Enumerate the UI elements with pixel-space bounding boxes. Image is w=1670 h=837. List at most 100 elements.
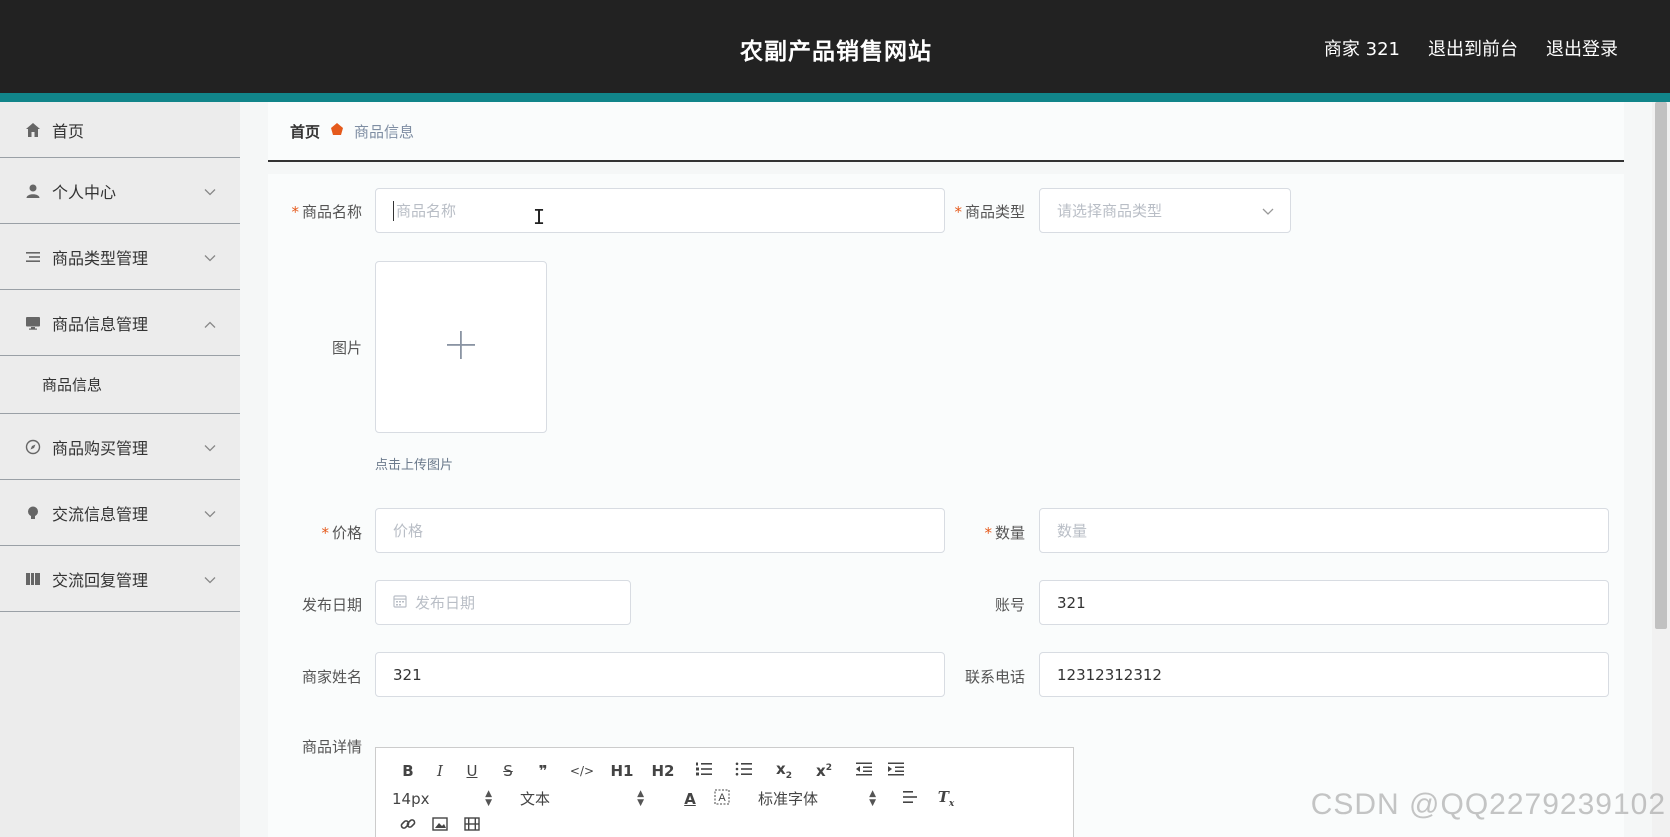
ordered-list-icon[interactable] <box>688 762 720 780</box>
price-label: * 价格 <box>321 524 362 542</box>
sidebar-subitem-product-info[interactable]: 商品信息 <box>0 356 240 414</box>
h1-button[interactable]: H1 <box>606 762 638 780</box>
account-label: 账号 <box>994 596 1025 614</box>
sidebar-item-label: 商品信息管理 <box>52 314 149 334</box>
breadcrumb-separator-icon <box>330 122 344 140</box>
bold-button[interactable]: B <box>392 762 424 780</box>
outdent-icon[interactable] <box>848 762 880 780</box>
font-color-icon[interactable]: A <box>674 790 706 808</box>
top-header: 农副产品销售网站 商家 321 退出到前台 退出登录 <box>0 0 1670 93</box>
chevron-down-icon <box>204 181 216 200</box>
phone-input[interactable]: 12312312312 <box>1039 652 1609 697</box>
details-label: 商品详情 <box>301 738 362 756</box>
underline-button[interactable]: U <box>456 762 488 780</box>
h2-button[interactable]: H2 <box>638 762 688 780</box>
sidebar-item-personal-center[interactable]: 个人中心 <box>0 158 240 224</box>
quantity-placeholder: 数量 <box>1057 522 1088 540</box>
product-name-placeholder: 商品名称 <box>396 202 457 220</box>
logout-link[interactable]: 退出登录 <box>1546 35 1618 61</box>
sidebar-item-purchase-mgmt[interactable]: 商品购买管理 <box>0 414 240 480</box>
list-icon <box>24 248 42 266</box>
quantity-input[interactable]: 数量 <box>1039 508 1609 553</box>
align-icon[interactable] <box>894 790 926 808</box>
subscript-button[interactable]: x2 <box>768 760 800 781</box>
image-icon[interactable] <box>424 817 456 835</box>
csdn-watermark: CSDN @QQ2279239102 <box>1310 788 1666 821</box>
editor-toolbar-row-2: 14px ▲ ▼ 文本 ▲ ▼ A A 标准字体 ▲ ▼ Tx <box>392 788 966 809</box>
publish-date-picker[interactable]: 发布日期 <box>375 580 631 625</box>
product-name-label: * 商品名称 <box>291 203 362 221</box>
superscript-button[interactable]: x2 <box>800 762 848 780</box>
italic-button[interactable]: I <box>424 762 456 780</box>
plus-icon <box>446 330 476 364</box>
sidebar-item-home[interactable]: 首页 <box>0 102 240 158</box>
breadcrumb-home[interactable]: 首页 <box>290 121 320 142</box>
sidebar-item-product-type-mgmt[interactable]: 商品类型管理 <box>0 224 240 290</box>
sidebar-item-label: 商品类型管理 <box>52 248 149 268</box>
user-icon <box>24 182 42 200</box>
upload-hint: 点击上传图片 <box>375 458 454 473</box>
chevron-down-icon <box>204 247 216 266</box>
bulb-icon <box>24 504 42 522</box>
user-label[interactable]: 商家 321 <box>1324 35 1400 61</box>
updown-icon: ▲ ▼ <box>869 788 876 808</box>
publish-date-placeholder: 发布日期 <box>415 594 476 612</box>
sidebar-item-label: 交流回复管理 <box>52 570 149 590</box>
editor-toolbar-row-1: B I U S ❞ </> H1 H2 x2 x2 <box>392 760 912 781</box>
site-title: 农副产品销售网站 <box>740 39 932 65</box>
product-type-placeholder: 请选择商品类型 <box>1057 202 1163 220</box>
to-front-link[interactable]: 退出到前台 <box>1428 35 1518 61</box>
background-color-icon[interactable]: A <box>706 789 738 809</box>
bullet-list-icon[interactable] <box>720 762 768 780</box>
clear-format-icon[interactable]: Tx <box>926 788 966 809</box>
sidebar: 首页 个人中心 商品类型管理 商品信息管理 商品信息 商品购买管理 交流信息管理 <box>0 102 240 837</box>
merchant-name-input[interactable]: 321 <box>375 652 945 697</box>
sidebar-item-reply-mgmt[interactable]: 交流回复管理 <box>0 546 240 612</box>
quantity-label: * 数量 <box>984 524 1025 542</box>
product-type-select[interactable]: 请选择商品类型 <box>1039 188 1291 233</box>
font-size-select[interactable]: 14px ▲ ▼ <box>392 788 492 808</box>
rich-text-editor[interactable]: B I U S ❞ </> H1 H2 x2 x2 14px ▲ ▼ 文本 ▲ ▼ … <box>375 747 1074 837</box>
block-format-select[interactable]: 文本 ▲ ▼ <box>520 788 644 809</box>
link-icon[interactable] <box>392 816 424 836</box>
chevron-down-icon <box>204 503 216 522</box>
page-scrollbar-thumb[interactable] <box>1655 102 1667 629</box>
indent-icon[interactable] <box>880 762 912 780</box>
price-input[interactable]: 价格 <box>375 508 945 553</box>
chevron-down-icon <box>204 437 216 456</box>
breadcrumb-current: 商品信息 <box>354 122 415 141</box>
account-value: 321 <box>1057 593 1086 612</box>
merchant-name-label: 商家姓名 <box>301 668 362 686</box>
sidebar-item-product-info-mgmt[interactable]: 商品信息管理 <box>0 290 240 356</box>
video-icon[interactable] <box>456 817 488 835</box>
image-upload-box[interactable] <box>375 261 547 433</box>
merchant-name-value: 321 <box>393 665 422 684</box>
svg-text:A: A <box>718 792 726 804</box>
blockquote-button[interactable]: ❞ <box>528 762 558 780</box>
header-links: 商家 321 退出到前台 退出登录 <box>1324 35 1618 61</box>
home-icon <box>24 121 42 139</box>
updown-icon: ▲ ▼ <box>485 788 492 808</box>
font-family-value: 标准字体 <box>758 790 819 808</box>
image-label: 图片 <box>331 339 362 357</box>
sidebar-item-label: 首页 <box>52 121 85 141</box>
strike-button[interactable]: S <box>488 762 528 780</box>
sidebar-item-label: 交流信息管理 <box>52 504 149 524</box>
header-accent-bar <box>0 93 1670 102</box>
ibeam-cursor-icon: I <box>533 205 546 229</box>
chevron-down-icon <box>204 569 216 588</box>
compass-icon <box>24 438 42 456</box>
sidebar-item-exchange-info-mgmt[interactable]: 交流信息管理 <box>0 480 240 546</box>
code-button[interactable]: </> <box>558 764 606 778</box>
text-caret <box>393 200 394 221</box>
product-type-label: * 商品类型 <box>954 203 1025 221</box>
account-input[interactable]: 321 <box>1039 580 1609 625</box>
chevron-down-icon <box>1262 202 1274 220</box>
block-format-value: 文本 <box>520 790 551 808</box>
price-placeholder: 价格 <box>393 522 424 540</box>
product-name-input[interactable]: 商品名称 <box>375 188 945 233</box>
phone-value: 12312312312 <box>1057 665 1162 684</box>
font-family-select[interactable]: 标准字体 ▲ ▼ <box>758 788 876 809</box>
book-icon <box>24 570 42 588</box>
breadcrumb: 首页 商品信息 <box>268 102 1624 162</box>
